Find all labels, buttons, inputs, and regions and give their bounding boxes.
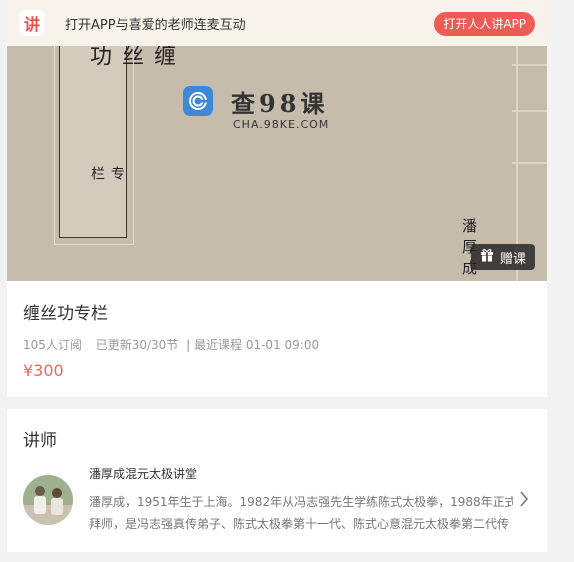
gift-icon xyxy=(480,248,494,266)
teacher-bio-line: 潘厚成，1951年生于上海。1982年从冯志强先生学练陈式太极拳，1988年正式 xyxy=(89,495,513,509)
watermark: 查98课 CHA.98KE.COM xyxy=(183,84,343,134)
banner-text: 打开APP与喜爱的老师连麦互动 xyxy=(65,17,246,33)
teacher-name: 潘厚成混元太极讲堂 xyxy=(89,467,198,481)
update-status: 已更新30/30节 xyxy=(95,338,179,352)
cover-title: 缠丝功 xyxy=(86,46,175,84)
course-price: ¥300 xyxy=(23,361,64,380)
gift-label: 赠课 xyxy=(499,251,526,267)
app-banner[interactable]: 讲 打开APP与喜爱的老师连麦互动 打开人人讲APP xyxy=(7,0,547,46)
teacher-bio: 潘厚成，1951年生于上海。1982年从冯志强先生学练陈式太极拳，1988年正式… xyxy=(89,491,513,535)
course-page: 讲 打开APP与喜爱的老师连麦互动 打开人人讲APP 缠丝功 专栏 潘厚成 查9… xyxy=(0,0,574,562)
teacher-bio-line: 拜师，是冯志强真传弟子、陈式太极拳第十一代、陈式心意混元太极拳第二代传 xyxy=(89,517,510,531)
course-title: 缠丝功专栏 xyxy=(23,304,108,324)
watermark-title: 查98课 xyxy=(231,89,329,118)
subscriber-count: 105人订阅 xyxy=(23,338,82,352)
teacher-section-title: 讲师 xyxy=(23,431,57,451)
chevron-right-icon[interactable] xyxy=(519,490,529,512)
app-logo-icon: 讲 xyxy=(19,10,45,36)
watermark-subtitle: CHA.98KE.COM xyxy=(233,118,330,131)
teacher-card[interactable]: 讲师 潘厚成混元太极讲堂 潘厚成，1951年生于上海。1982年从冯志强先生学练… xyxy=(7,409,547,552)
course-info-card: 缠丝功专栏 105人订阅 已更新30/30节 | 最近课程 01-01 09:0… xyxy=(7,281,547,397)
gift-course-button[interactable]: 赠课 xyxy=(471,244,535,270)
cover-title-frame: 缠丝功 专栏 xyxy=(54,46,175,245)
course-meta: 105人订阅 已更新30/30节 | 最近课程 01-01 09:00 xyxy=(23,336,319,353)
watermark-logo-icon xyxy=(183,86,213,116)
course-cover-image: 缠丝功 专栏 潘厚成 查98课 CHA.98KE.COM xyxy=(7,46,547,281)
latest-lesson: | 最近课程 01-01 09:00 xyxy=(186,338,320,352)
open-app-button[interactable]: 打开人人讲APP xyxy=(434,12,535,36)
avatar xyxy=(23,475,73,525)
cover-subtitle: 专栏 xyxy=(89,166,125,190)
